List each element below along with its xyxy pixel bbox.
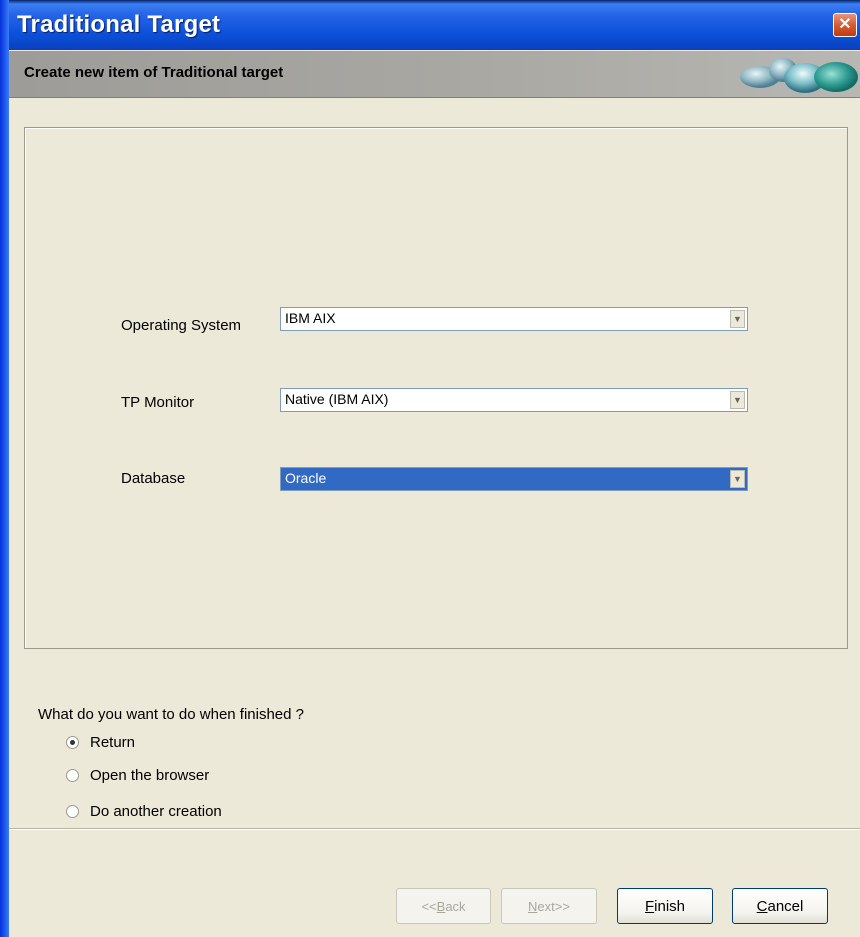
chevron-down-icon[interactable]: ▼	[730, 391, 745, 409]
back-prefix: <<	[421, 898, 437, 914]
next-rest: ext>>	[537, 898, 570, 914]
back-button[interactable]: << Back	[396, 888, 491, 924]
radio-label: Open the browser	[90, 767, 210, 784]
divider	[9, 828, 860, 830]
orbs-graphic	[740, 58, 858, 93]
database-value: Oracle	[285, 470, 327, 486]
chevron-down-icon[interactable]: ▼	[730, 310, 745, 328]
back-mnemonic: B	[436, 898, 446, 914]
operating-system-label: Operating System	[121, 317, 242, 334]
finish-button[interactable]: Finish	[617, 888, 713, 924]
radio-label: Do another creation	[90, 803, 222, 820]
radio-button[interactable]	[66, 769, 79, 782]
chevron-down-icon[interactable]: ▼	[730, 470, 745, 488]
close-icon: ✕	[838, 16, 852, 33]
radio-return[interactable]: Return	[66, 734, 135, 751]
next-mnemonic: N	[528, 898, 538, 914]
window-left-border	[0, 0, 9, 937]
database-select[interactable]: Oracle ▼	[280, 467, 748, 491]
operating-system-value: IBM AIX	[285, 310, 336, 326]
radio-open-browser[interactable]: Open the browser	[66, 767, 209, 784]
operating-system-select[interactable]: IBM AIX ▼	[280, 307, 748, 331]
radio-another-creation[interactable]: Do another creation	[66, 803, 222, 820]
close-button[interactable]: ✕	[833, 13, 857, 37]
wizard-subtitle: Create new item of Traditional target	[24, 64, 284, 81]
radio-label: Return	[90, 734, 136, 751]
cancel-mnemonic: C	[756, 897, 768, 915]
cancel-button[interactable]: Cancel	[732, 888, 828, 924]
tp-monitor-label: TP Monitor	[121, 394, 195, 411]
back-rest: ack	[445, 898, 466, 914]
tp-monitor-value: Native (IBM AIX)	[285, 391, 389, 407]
dialog-window: Traditional Target ✕ Create new item of …	[0, 0, 860, 937]
next-button[interactable]: Next>>	[501, 888, 597, 924]
database-label: Database	[121, 470, 186, 487]
window-title: Traditional Target	[17, 11, 221, 38]
wizard-header: Create new item of Traditional target	[9, 51, 860, 98]
title-bar[interactable]: Traditional Target ✕	[0, 0, 860, 50]
finish-mnemonic: F	[644, 897, 655, 915]
radio-button[interactable]	[66, 805, 79, 818]
finish-rest: inish	[654, 897, 686, 915]
cancel-rest: ancel	[767, 897, 804, 915]
radio-button-checked[interactable]	[66, 736, 79, 749]
tp-monitor-select[interactable]: Native (IBM AIX) ▼	[280, 388, 748, 412]
finish-question: What do you want to do when finished ?	[38, 706, 305, 723]
